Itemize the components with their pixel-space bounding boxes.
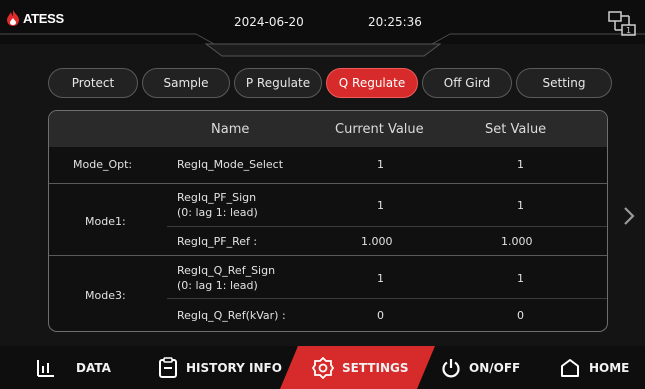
tab-setting[interactable]: Setting	[516, 68, 612, 98]
tab-p-regulate[interactable]: P Regulate	[234, 68, 322, 98]
nav-label: HOME	[589, 360, 630, 375]
nav-label: DATA	[76, 360, 111, 375]
header-decoration	[0, 33, 645, 57]
table-header: Name Current Value Set Value	[49, 111, 607, 147]
set-value[interactable]: 1	[517, 199, 524, 212]
nav-home[interactable]: HOME	[559, 346, 629, 389]
nav-on-off[interactable]: ON/OFF	[441, 346, 520, 389]
current-value: 1.000	[361, 235, 393, 248]
group-label-mode1: Mode1:	[85, 215, 126, 228]
param-name: RegIq_PF_Sign	[177, 191, 257, 204]
row-divider	[49, 255, 607, 256]
set-value[interactable]: 1	[517, 158, 524, 171]
group-label-mode3: Mode3:	[85, 289, 126, 302]
nav-label: SETTINGS	[342, 360, 409, 375]
set-value[interactable]: 1	[517, 272, 524, 285]
top-bar: ATESS 2024-06-20 20:25:36 1	[0, 0, 645, 57]
row-divider	[49, 183, 607, 184]
current-value: 1	[377, 272, 384, 285]
home-icon	[561, 358, 579, 377]
set-value[interactable]: 1.000	[501, 235, 533, 248]
tab-sample[interactable]: Sample	[142, 68, 230, 98]
tab-q-regulate[interactable]: Q Regulate	[326, 68, 418, 98]
nav-data[interactable]: DATA	[36, 346, 111, 389]
param-name: RegIq_PF_Ref :	[177, 235, 258, 248]
row-divider	[167, 298, 607, 299]
current-value: 0	[377, 309, 384, 322]
param-name: RegIq_Q_Ref_Sign	[177, 264, 276, 277]
brand-name: ATESS	[23, 10, 64, 26]
param-name: RegIq_Mode_Select	[177, 158, 284, 171]
bottom-nav: DATA HISTORY INFO SETTINGS ON/OFF HOME	[0, 346, 645, 389]
bar-chart-icon	[37, 359, 54, 377]
nav-label: ON/OFF	[469, 360, 521, 375]
current-value: 1	[377, 158, 384, 171]
param-name: RegIq_Q_Ref(kVar) :	[177, 309, 286, 322]
time-display: 20:25:36	[368, 15, 422, 29]
parameter-table: Name Current Value Set Value Mode_Opt: R…	[48, 110, 608, 332]
flame-icon	[7, 10, 19, 26]
tab-label: Sample	[163, 76, 209, 90]
tab-protect[interactable]: Protect	[48, 68, 138, 98]
gear-icon	[312, 356, 334, 379]
tab-bar: Protect Sample P Regulate Q Regulate Off…	[48, 68, 612, 98]
chevron-right-icon[interactable]	[623, 206, 635, 226]
tab-label: P Regulate	[245, 76, 311, 90]
group-label-mode-opt: Mode_Opt:	[73, 158, 133, 171]
column-header-name: Name	[211, 122, 250, 137]
param-hint: (0: lag 1: lead)	[177, 279, 258, 292]
date-display: 2024-06-20	[234, 15, 304, 29]
column-header-current: Current Value	[335, 122, 424, 137]
brand-logo: ATESS	[6, 10, 64, 26]
column-header-set: Set Value	[485, 122, 547, 137]
network-icon[interactable]: 1	[607, 11, 637, 37]
nav-label: HISTORY INFO	[186, 360, 282, 375]
set-value[interactable]: 0	[517, 309, 524, 322]
tab-label: Off Gird	[443, 76, 491, 90]
tab-off-gird[interactable]: Off Gird	[422, 68, 512, 98]
power-icon	[442, 358, 460, 377]
tab-label: Protect	[71, 76, 115, 90]
tab-label: Q Regulate	[338, 76, 406, 90]
param-hint: (0: lag 1: lead)	[177, 206, 258, 219]
tab-label: Setting	[542, 76, 586, 90]
nav-settings[interactable]: SETTINGS	[312, 346, 409, 389]
row-divider	[167, 226, 607, 227]
current-value: 1	[377, 199, 384, 212]
svg-text:1: 1	[626, 26, 631, 35]
clipboard-icon	[159, 356, 177, 378]
nav-history-info[interactable]: HISTORY INFO	[158, 346, 282, 389]
